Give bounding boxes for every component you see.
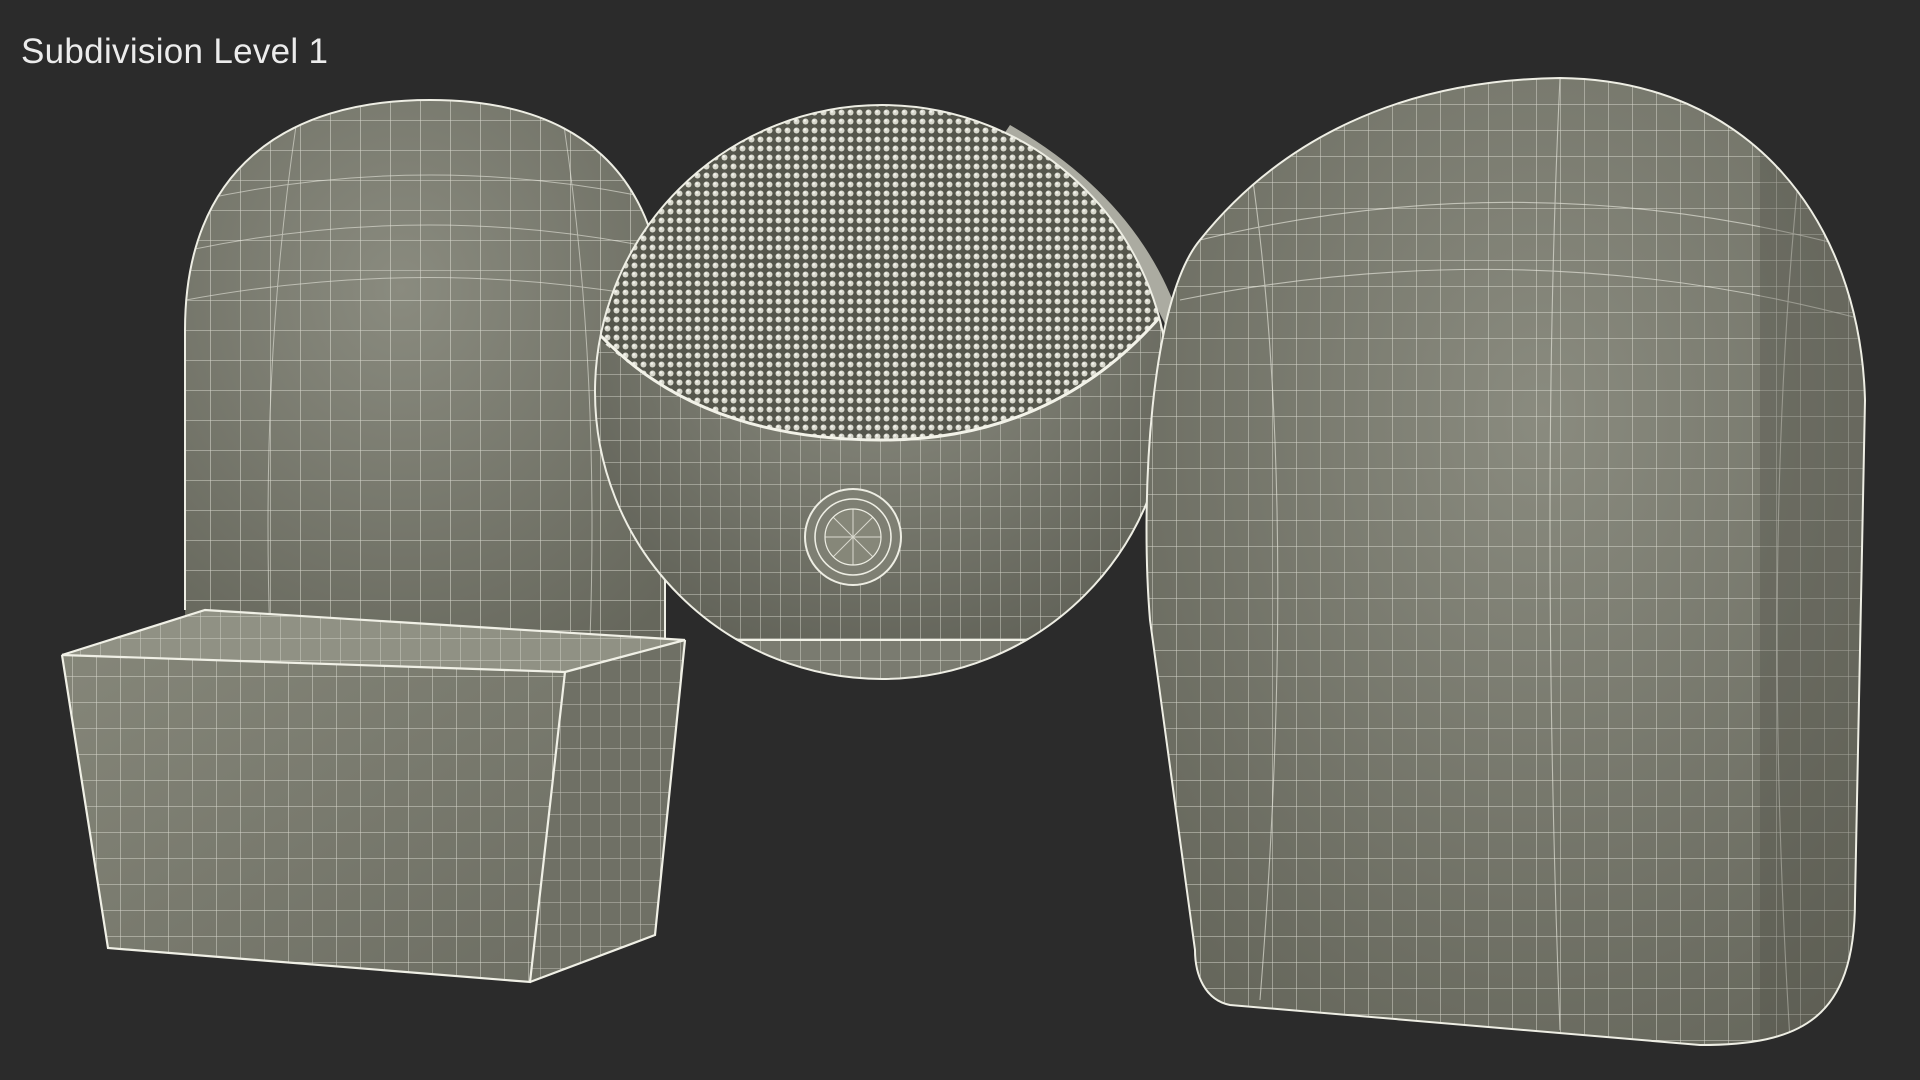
power-button-ring [804, 488, 902, 586]
viewport: Subdivision Level 1 [0, 0, 1920, 1080]
wireframe-render [60, 76, 1867, 1047]
wireframe-cap [1145, 76, 1867, 1047]
wireframe-stand [60, 98, 687, 984]
subdivision-level-label: Subdivision Level 1 [21, 32, 329, 71]
wireframe-brush-head [594, 104, 1180, 680]
